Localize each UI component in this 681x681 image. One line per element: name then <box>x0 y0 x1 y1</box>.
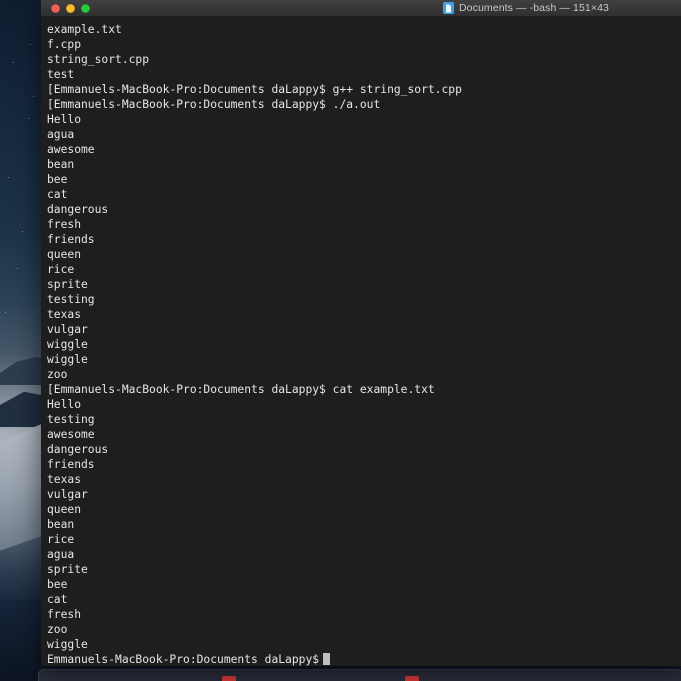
terminal-prompt-line: Emmanuels-MacBook-Pro:Documents daLappy$ <box>47 652 681 666</box>
terminal-line: [Emmanuels-MacBook-Pro:Documents daLappy… <box>47 98 381 111</box>
terminal-line: Hello <box>47 113 82 126</box>
terminal-line: friends <box>47 458 95 471</box>
terminal-line: [Emmanuels-MacBook-Pro:Documents daLappy… <box>47 83 462 96</box>
minimize-button[interactable] <box>66 3 75 13</box>
terminal-line: wiggle <box>47 353 88 366</box>
star <box>17 268 18 269</box>
terminal-line: zoo <box>47 368 68 381</box>
terminal-line: rice <box>47 263 75 276</box>
terminal-line: cat <box>47 188 68 201</box>
terminal-line: bee <box>47 578 68 591</box>
terminal-titlebar[interactable]: Documents — -bash — 151×43 <box>41 0 681 17</box>
terminal-line: zoo <box>47 623 68 636</box>
terminal-line: bean <box>47 158 75 171</box>
terminal-line: agua <box>47 128 75 141</box>
zoom-button[interactable] <box>81 3 90 13</box>
terminal-line: cat <box>47 593 68 606</box>
terminal-line: vulgar <box>47 323 88 336</box>
terminal-line: vulgar <box>47 488 88 501</box>
terminal-line: testing <box>47 293 95 306</box>
terminal-line: wiggle <box>47 338 88 351</box>
terminal-line: sprite <box>47 278 88 291</box>
close-button[interactable] <box>51 3 60 13</box>
window-controls <box>41 3 90 13</box>
star <box>22 231 23 232</box>
background-window-accent <box>405 676 419 681</box>
terminal-line: sprite <box>47 563 88 576</box>
star <box>30 44 31 45</box>
terminal-line: texas <box>47 308 82 321</box>
terminal-line: agua <box>47 548 75 561</box>
terminal-line: friends <box>47 233 95 246</box>
star <box>5 312 6 313</box>
terminal-line: rice <box>47 533 75 546</box>
terminal-line: example.txt <box>47 23 122 36</box>
terminal-line: queen <box>47 248 82 261</box>
terminal-line: fresh <box>47 608 82 621</box>
terminal-window[interactable]: Documents — -bash — 151×43 example.txt f.… <box>41 0 681 666</box>
terminal-line: texas <box>47 473 82 486</box>
terminal-line: [Emmanuels-MacBook-Pro:Documents daLappy… <box>47 383 435 396</box>
shell-prompt: Emmanuels-MacBook-Pro:Documents daLappy$ <box>47 653 320 666</box>
terminal-line: dangerous <box>47 203 109 216</box>
titlebar-title-group: Documents — -bash — 151×43 <box>41 0 681 16</box>
terminal-line: dangerous <box>47 443 109 456</box>
background-window-accent <box>222 676 236 681</box>
terminal-line: Hello <box>47 398 82 411</box>
window-title: Documents — -bash — 151×43 <box>459 2 609 14</box>
document-icon <box>443 2 454 14</box>
text-cursor <box>323 653 331 665</box>
terminal-text-buffer: example.txt f.cpp string_sort.cpptest [Emma… <box>47 22 681 666</box>
terminal-line: bee <box>47 173 68 186</box>
star <box>28 118 29 119</box>
terminal-line: queen <box>47 503 82 516</box>
terminal-line: bean <box>47 518 75 531</box>
star <box>13 62 14 63</box>
terminal-line: f.cpp <box>47 38 82 51</box>
background-window[interactable] <box>38 669 681 681</box>
star <box>33 96 34 97</box>
terminal-line: awesome <box>47 143 95 156</box>
terminal-line: string_sort.cpp <box>47 53 150 66</box>
terminal-line: fresh <box>47 218 82 231</box>
terminal-line: awesome <box>47 428 95 441</box>
terminal-line: test <box>47 68 75 81</box>
terminal-output-area[interactable]: example.txt f.cpp string_sort.cpptest [Emma… <box>41 17 681 666</box>
terminal-line: testing <box>47 413 95 426</box>
star <box>8 177 9 178</box>
terminal-line: wiggle <box>47 638 88 651</box>
